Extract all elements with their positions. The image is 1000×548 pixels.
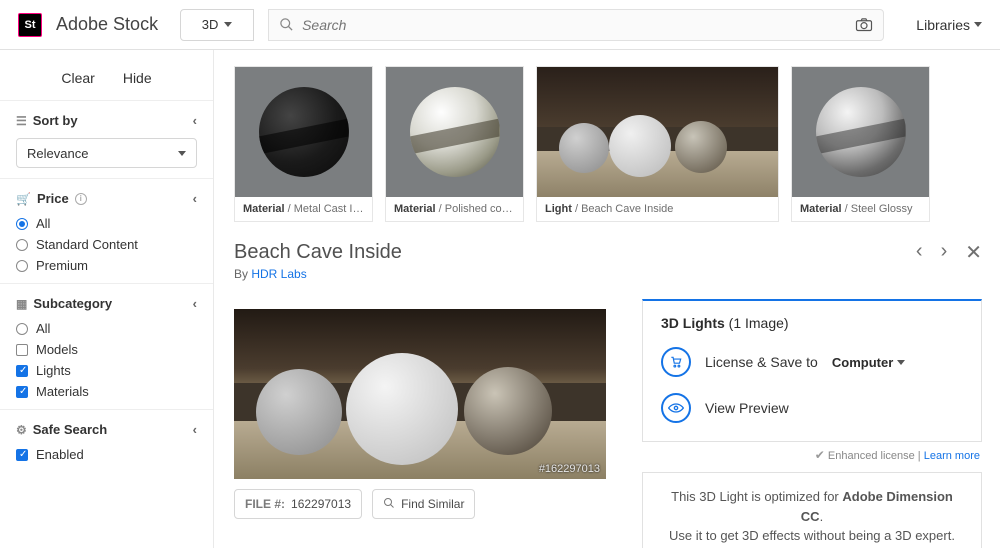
price-option[interactable]: All (16, 216, 197, 231)
chevron-down-icon (178, 151, 186, 156)
detail-preview[interactable]: #162297013 (234, 309, 606, 479)
logo-badge: St (18, 13, 42, 37)
chevron-left-icon[interactable]: ‹ (193, 422, 197, 437)
subcat-option[interactable]: Models (16, 342, 197, 357)
price-section: 🛒 Price i ‹ All Standard Content Premium (0, 178, 213, 283)
license-destination[interactable]: Computer (832, 355, 905, 370)
info-icon[interactable]: i (75, 193, 87, 205)
safesearch-section: ⚙ Safe Search ‹ Enabled (0, 409, 213, 472)
chevron-down-icon (224, 22, 232, 27)
eye-icon (661, 393, 691, 423)
license-info: ✔ Enhanced license | Learn more (644, 448, 980, 462)
chevron-left-icon[interactable]: ‹ (193, 191, 197, 206)
category-select-value: 3D (202, 17, 219, 32)
byline: By HDR Labs (234, 267, 982, 281)
next-button[interactable]: › (941, 240, 948, 265)
preview-action[interactable]: View Preview (661, 393, 963, 423)
close-button[interactable]: ✕ (965, 240, 982, 265)
cart-download-icon (661, 347, 691, 377)
result-card[interactable]: Material / Steel Glossy (791, 66, 930, 222)
thumbnail-row: Material / Metal Cast Iron ... Material … (234, 66, 982, 222)
sort-icon: ☰ (16, 114, 27, 128)
subcategory-section: ▦ Subcategory ‹ All Models Lights Materi… (0, 283, 213, 409)
file-id-chip: FILE #: 162297013 (234, 489, 362, 519)
check-icon: ✔ (815, 448, 825, 462)
promo-panel: This 3D Light is optimized for Adobe Dim… (642, 472, 982, 548)
results-area: Material / Metal Cast Iron ... Material … (214, 50, 1000, 548)
search-icon (383, 497, 395, 512)
search-input[interactable] (302, 17, 847, 33)
brand-name: Adobe Stock (56, 14, 158, 35)
chevron-down-icon (897, 360, 905, 365)
chevron-left-icon[interactable]: ‹ (193, 296, 197, 311)
price-option[interactable]: Standard Content (16, 237, 197, 252)
author-link[interactable]: HDR Labs (251, 267, 306, 281)
cart-icon: 🛒 (16, 192, 31, 206)
price-option[interactable]: Premium (16, 258, 197, 273)
search-bar[interactable] (268, 9, 884, 41)
license-panel: 3D Lights (1 Image) License & Save to Co… (642, 299, 982, 442)
clear-filters[interactable]: Clear (61, 70, 94, 86)
result-card[interactable]: Material / Polished cobalt c... (385, 66, 524, 222)
subcat-option[interactable]: All (16, 321, 197, 336)
chevron-down-icon (974, 22, 982, 27)
detail-title: Beach Cave Inside (234, 241, 402, 264)
subcat-option[interactable]: Materials (16, 384, 197, 399)
result-card[interactable]: Light / Beach Cave Inside (536, 66, 779, 222)
subcat-option[interactable]: Lights (16, 363, 197, 378)
result-card[interactable]: Material / Metal Cast Iron ... (234, 66, 373, 222)
gear-icon: ⚙ (16, 423, 27, 437)
search-icon (279, 17, 294, 32)
hide-filters[interactable]: Hide (123, 70, 152, 86)
learn-more-link[interactable]: Learn more (924, 450, 980, 462)
sort-select[interactable]: Relevance (16, 138, 197, 168)
chevron-left-icon[interactable]: ‹ (193, 113, 197, 128)
category-select[interactable]: 3D (180, 9, 254, 41)
libraries-menu[interactable]: Libraries (916, 17, 982, 33)
sort-section: ☰ Sort by ‹ Relevance (0, 100, 213, 178)
find-similar-button[interactable]: Find Similar (372, 489, 475, 519)
grid-icon: ▦ (16, 297, 27, 311)
app-header: St Adobe Stock 3D Libraries (0, 0, 1000, 50)
safesearch-toggle[interactable]: Enabled (16, 447, 197, 462)
camera-icon[interactable] (855, 17, 873, 32)
license-action[interactable]: License & Save to Computer (661, 347, 963, 377)
filters-sidebar: Clear Hide ☰ Sort by ‹ Relevance 🛒 Price… (0, 50, 214, 548)
prev-button[interactable]: ‹ (916, 240, 923, 265)
watermark: #162297013 (539, 463, 600, 475)
